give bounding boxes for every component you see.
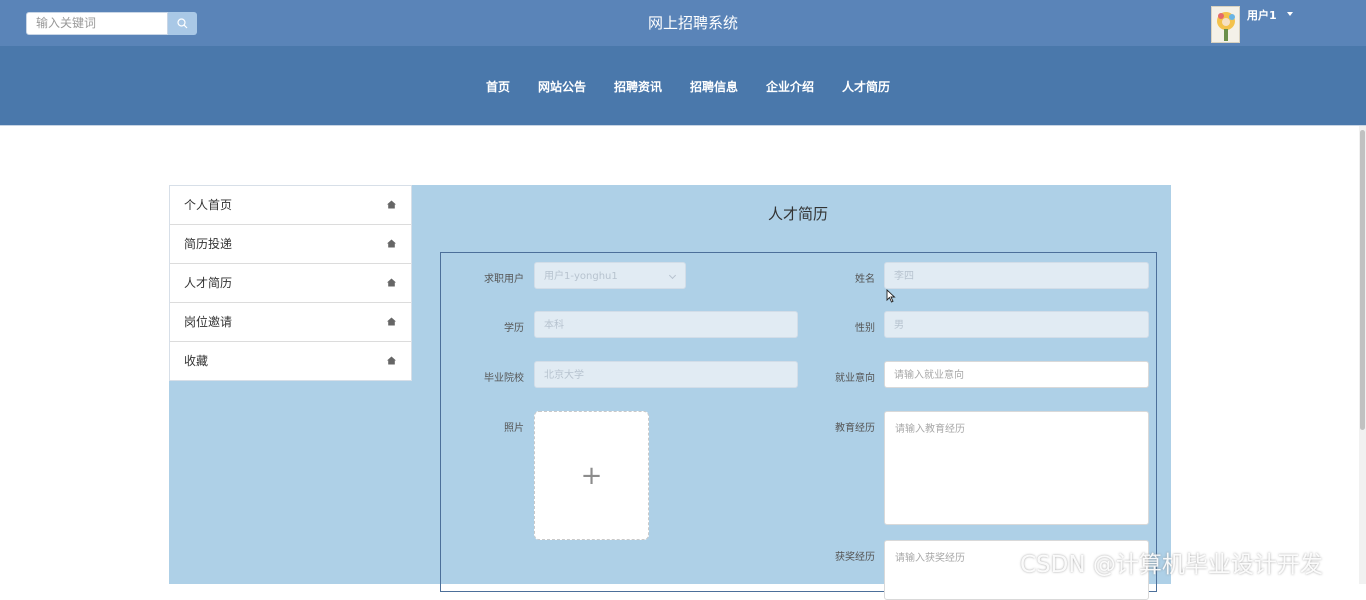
education-field[interactable]: 本科	[534, 311, 798, 338]
award-label: 获奖经历	[835, 552, 875, 563]
site-title: 网上招聘系统	[647, 14, 738, 32]
nav-announcements[interactable]: 网站公告	[538, 78, 586, 95]
photo-label: 照片	[504, 423, 524, 434]
intention-label: 就业意向	[835, 373, 875, 384]
sidebar-item-job-invitation[interactable]: 岗位邀请	[170, 303, 411, 342]
edu-exp-label: 教育经历	[835, 423, 875, 434]
sidebar-item-favorites[interactable]: 收藏	[170, 342, 411, 381]
sidebar-item-label: 个人首页	[184, 198, 233, 212]
sidebar-item-profile[interactable]: 个人首页	[170, 186, 411, 225]
name-label: 姓名	[855, 274, 875, 285]
school-label: 毕业院校	[484, 373, 524, 384]
applicant-value: 用户1-yonghu1	[544, 271, 618, 282]
plus-icon: +	[580, 460, 603, 491]
home-icon	[387, 317, 396, 326]
gender-label: 性别	[855, 323, 875, 334]
nav-home[interactable]: 首页	[486, 78, 510, 95]
user-name[interactable]: 用户1	[1247, 7, 1277, 23]
intention-field[interactable]: 请输入就业意向	[884, 361, 1149, 388]
page-title: 人才简历	[767, 205, 828, 223]
mouse-cursor-icon	[886, 289, 896, 303]
watermark: CSDN @计算机毕业设计开发	[1020, 552, 1323, 578]
main-nav: 首页 网站公告 招聘资讯 招聘信息 企业介绍 人才简历	[0, 46, 1366, 126]
sidebar-item-label: 人才简历	[184, 276, 233, 290]
nav-company-intro[interactable]: 企业介绍	[766, 78, 814, 95]
sidebar-item-label: 收藏	[184, 354, 209, 368]
home-icon	[387, 239, 396, 248]
sidebar-menu: 个人首页 简历投递 人才简历 岗位邀请 收藏	[169, 185, 412, 381]
applicant-select[interactable]: 用户1-yonghu1	[534, 262, 686, 289]
home-icon	[387, 356, 396, 365]
name-field[interactable]: 李四	[884, 262, 1149, 289]
chevron-down-icon	[668, 271, 677, 280]
gender-field[interactable]: 男	[884, 311, 1149, 338]
chevron-down-icon[interactable]	[1287, 12, 1293, 16]
resume-panel: 人才简历 求职用户 用户1-yonghu1 姓名 李四 学历 本科 性别 男 毕…	[412, 185, 1171, 600]
scrollbar-thumb[interactable]	[1360, 130, 1365, 430]
nav-resumes[interactable]: 人才简历	[842, 78, 890, 95]
home-icon	[387, 278, 396, 287]
photo-upload[interactable]: +	[534, 411, 649, 540]
nav-job-info[interactable]: 招聘信息	[690, 78, 738, 95]
top-bar: 输入关键词 网上招聘系统 用户1	[0, 0, 1366, 46]
sidebar-item-resume-delivery[interactable]: 简历投递	[170, 225, 411, 264]
sidebar-background	[169, 381, 412, 584]
education-label: 学历	[504, 323, 524, 334]
nav-recruit-news[interactable]: 招聘资讯	[614, 78, 662, 95]
sidebar-item-label: 简历投递	[184, 237, 233, 251]
applicant-label: 求职用户	[484, 274, 524, 285]
resume-form: 求职用户 用户1-yonghu1 姓名 李四 学历 本科 性别 男 毕业院校 北…	[440, 252, 1157, 600]
edu-exp-textarea[interactable]: 请输入教育经历	[884, 411, 1149, 525]
sidebar-item-talent-resume[interactable]: 人才简历	[170, 264, 411, 303]
school-field[interactable]: 北京大学	[534, 361, 798, 388]
sidebar-item-label: 岗位邀请	[184, 315, 233, 329]
avatar[interactable]	[1211, 6, 1240, 43]
home-icon	[387, 200, 396, 209]
